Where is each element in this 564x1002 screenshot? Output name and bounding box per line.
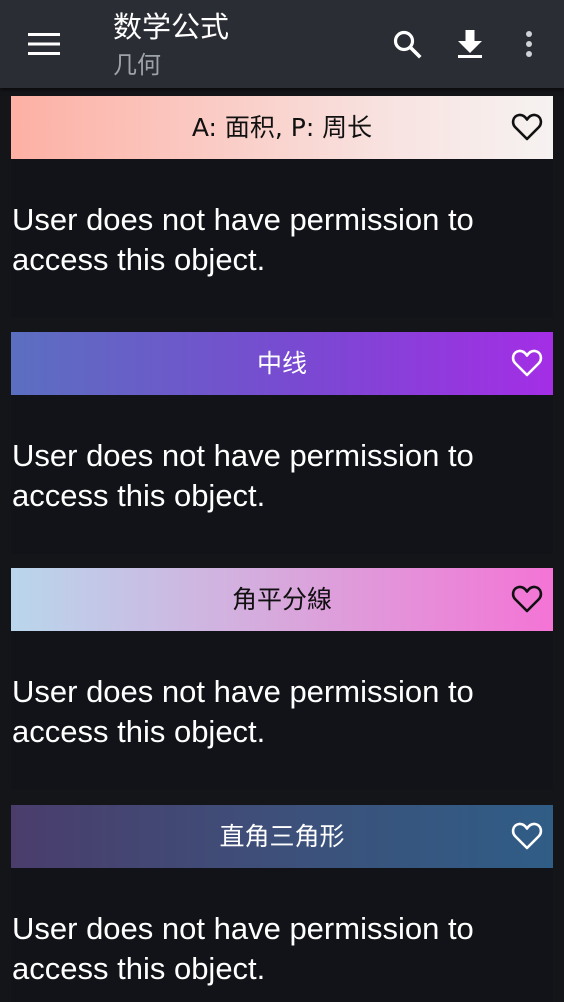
formula-list[interactable]: A: 面积, P: 周长 User does not have permissi… [0,88,564,1002]
page-subtitle: 几何 [113,51,161,79]
menu-button[interactable] [18,24,70,64]
favorite-button[interactable] [509,346,545,380]
card-title: 中线 [256,348,307,378]
heart-outline-icon [511,113,543,141]
card-title: A: 面积, P: 周长 [191,112,373,142]
card-body-text: User does not have permission to access … [12,202,474,277]
favorite-button[interactable] [509,582,545,616]
formula-card[interactable]: 中线 User does not have permission to acce… [11,332,553,554]
search-icon [393,30,422,59]
card-body-text: User does not have permission to access … [12,674,474,749]
app-bar: 数学公式 几何 [0,0,564,88]
page-title: 数学公式 [113,10,230,44]
favorite-button[interactable] [509,819,545,853]
heart-outline-icon [511,349,543,377]
download-button[interactable] [448,22,492,66]
card-header: 直角三角形 [11,805,553,868]
formula-card[interactable]: A: 面积, P: 周长 User does not have permissi… [11,96,553,318]
search-button[interactable] [385,22,429,66]
formula-card[interactable]: 角平分線 User does not have permission to ac… [11,568,553,790]
card-body-text: User does not have permission to access … [12,911,474,986]
formula-card[interactable]: 直角三角形 User does not have permission to a… [11,805,553,1002]
favorite-button[interactable] [509,110,545,144]
more-options-button[interactable] [507,22,551,66]
card-header: A: 面积, P: 周长 [11,96,553,159]
hamburger-menu-icon [28,33,60,55]
card-body-text: User does not have permission to access … [12,438,474,513]
heart-outline-icon [511,585,543,613]
more-vert-icon [526,31,532,57]
card-header: 中线 [11,332,553,395]
heart-outline-icon [511,822,543,850]
card-title: 直角三角形 [219,821,345,851]
card-title: 角平分線 [231,584,332,614]
card-header: 角平分線 [11,568,553,631]
download-icon [458,30,482,58]
